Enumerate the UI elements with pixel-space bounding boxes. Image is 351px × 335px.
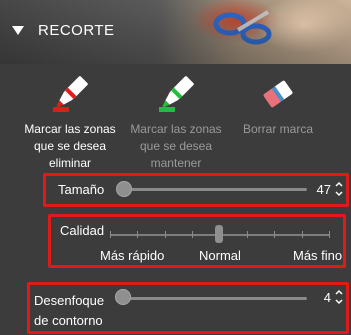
quality-label: Calidad bbox=[60, 223, 105, 238]
blur-label: Desenfoque de contorno bbox=[34, 293, 105, 328]
blur-slider-track[interactable] bbox=[117, 297, 307, 300]
quality-tick bbox=[165, 231, 166, 238]
mark-remove-tool[interactable]: Marcar las zonas que se desea eliminar bbox=[15, 74, 125, 172]
quality-tick bbox=[274, 231, 275, 238]
erase-mark-tool[interactable]: Borrar marca bbox=[223, 74, 333, 138]
quality-tick bbox=[302, 231, 303, 238]
size-value[interactable]: 47 bbox=[300, 182, 331, 197]
red-marker-icon bbox=[53, 76, 88, 112]
quality-fine-label: Más fino bbox=[293, 248, 343, 263]
quality-fast-label: Más rápido bbox=[100, 248, 165, 263]
section-title: RECORTE bbox=[38, 22, 115, 39]
quality-tick bbox=[329, 231, 330, 238]
quality-normal-label: Normal bbox=[199, 248, 241, 263]
size-slider-knob[interactable] bbox=[116, 181, 132, 197]
eraser-icon bbox=[263, 80, 293, 108]
quality-tick bbox=[192, 231, 193, 238]
collapse-triangle-icon bbox=[12, 26, 24, 35]
quality-tick bbox=[247, 231, 248, 238]
size-spinner-icon[interactable] bbox=[334, 180, 344, 198]
quality-tick bbox=[137, 231, 138, 238]
section-collapse-toggle[interactable]: RECORTE bbox=[12, 22, 115, 39]
size-label: Tamaño bbox=[58, 182, 105, 197]
erase-mark-label: Borrar marca bbox=[242, 122, 313, 136]
blur-slider-knob[interactable] bbox=[115, 289, 131, 305]
size-slider-track[interactable] bbox=[117, 188, 307, 191]
blur-spinner-icon[interactable] bbox=[334, 288, 344, 306]
mark-keep-label: Marcar las zonas que se desea mantener bbox=[130, 122, 222, 170]
mark-remove-label: Marcar las zonas que se desea eliminar bbox=[24, 122, 116, 170]
quality-slider-knob[interactable] bbox=[215, 225, 223, 243]
quality-tick bbox=[110, 231, 111, 238]
blur-value[interactable]: 4 bbox=[300, 290, 331, 305]
mark-keep-tool[interactable]: Marcar las zonas que se desea mantener bbox=[121, 74, 231, 172]
green-marker-icon bbox=[159, 76, 194, 112]
